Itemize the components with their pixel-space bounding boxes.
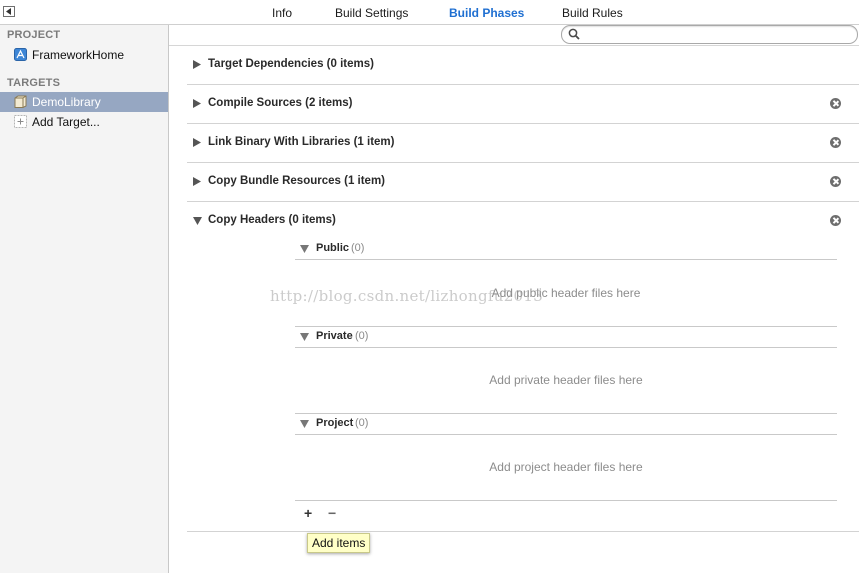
drop-placeholder[interactable]: Add private header files here bbox=[295, 373, 837, 387]
disclosure-triangle-icon[interactable] bbox=[193, 177, 201, 186]
target-name: DemoLibrary bbox=[32, 95, 101, 109]
xcode-project-icon bbox=[14, 48, 27, 61]
group-count: (0) bbox=[351, 242, 365, 254]
library-target-icon bbox=[14, 95, 27, 108]
group-count: (0) bbox=[355, 330, 369, 342]
search-icon bbox=[568, 28, 580, 40]
phase-title: Copy Bundle Resources (1 item) bbox=[208, 175, 386, 187]
tab-info[interactable]: Info bbox=[272, 6, 292, 20]
remove-phase-icon[interactable] bbox=[830, 176, 841, 187]
group-name: Private bbox=[316, 330, 353, 342]
targets-section-header: TARGETS bbox=[7, 77, 61, 89]
phase-link-binary[interactable]: Link Binary With Libraries (1 item) bbox=[187, 123, 859, 163]
tab-build-settings[interactable]: Build Settings bbox=[335, 6, 408, 20]
add-items-button[interactable]: + bbox=[304, 505, 312, 521]
editor-tab-bar: Info Build Settings Build Phases Build R… bbox=[0, 0, 859, 25]
phase-copy-bundle-resources[interactable]: Copy Bundle Resources (1 item) bbox=[187, 162, 859, 202]
sidebar-item-demolibrary[interactable]: DemoLibrary bbox=[0, 92, 168, 112]
phase-compile-sources[interactable]: Compile Sources (2 items) bbox=[187, 84, 859, 124]
group-name: Project bbox=[316, 417, 354, 429]
disclosure-triangle-icon[interactable] bbox=[300, 333, 309, 341]
disclosure-triangle-icon[interactable] bbox=[193, 138, 201, 147]
phase-divider bbox=[187, 531, 859, 532]
group-header[interactable]: Project (0) bbox=[295, 413, 837, 435]
project-name: FrameworkHome bbox=[32, 48, 125, 62]
remove-phase-icon[interactable] bbox=[830, 98, 841, 109]
disclosure-triangle-icon[interactable] bbox=[300, 245, 309, 253]
phase-title: Copy Headers (0 items) bbox=[208, 214, 336, 226]
group-header[interactable]: Public (0) bbox=[295, 239, 837, 260]
tab-build-phases[interactable]: Build Phases bbox=[449, 6, 524, 20]
search-input[interactable] bbox=[584, 27, 853, 42]
group-header[interactable]: Private (0) bbox=[295, 326, 837, 348]
drop-placeholder[interactable]: Add project header files here bbox=[295, 460, 837, 474]
disclosure-triangle-icon[interactable] bbox=[193, 99, 201, 108]
remove-phase-icon[interactable] bbox=[830, 215, 841, 226]
sidebar-item-project[interactable]: FrameworkHome bbox=[0, 45, 168, 65]
tab-build-rules[interactable]: Build Rules bbox=[562, 6, 623, 20]
phase-copy-headers[interactable]: Copy Headers (0 items) bbox=[187, 201, 859, 240]
phase-title: Target Dependencies (0 items) bbox=[208, 58, 374, 70]
phase-title: Compile Sources (2 items) bbox=[208, 97, 353, 109]
group-name: Public bbox=[316, 242, 350, 254]
add-target-label: Add Target... bbox=[32, 115, 100, 129]
add-target-icon bbox=[14, 115, 27, 128]
remove-items-button[interactable]: − bbox=[328, 505, 336, 521]
project-section-header: PROJECT bbox=[7, 29, 61, 41]
disclosure-triangle-icon[interactable] bbox=[193, 60, 201, 69]
phase-search-field[interactable] bbox=[561, 25, 858, 44]
disclosure-triangle-icon[interactable] bbox=[193, 217, 202, 225]
watermark: http://blog.csdn.net/lizhongfu2013 bbox=[270, 287, 544, 305]
phase-target-dependencies[interactable]: Target Dependencies (0 items) bbox=[187, 45, 859, 85]
add-target-button[interactable]: Add Target... bbox=[0, 112, 168, 132]
phase-title: Link Binary With Libraries (1 item) bbox=[208, 136, 395, 148]
group-count: (0) bbox=[355, 417, 369, 429]
disclosure-triangle-icon[interactable] bbox=[300, 420, 309, 428]
group-bottom-divider bbox=[295, 500, 837, 501]
navigator-toggle-icon[interactable] bbox=[3, 6, 15, 17]
project-target-sidebar: PROJECT FrameworkHome TARGETS DemoLibrar… bbox=[0, 25, 169, 573]
tooltip: Add items bbox=[307, 533, 371, 553]
remove-phase-icon[interactable] bbox=[830, 137, 841, 148]
